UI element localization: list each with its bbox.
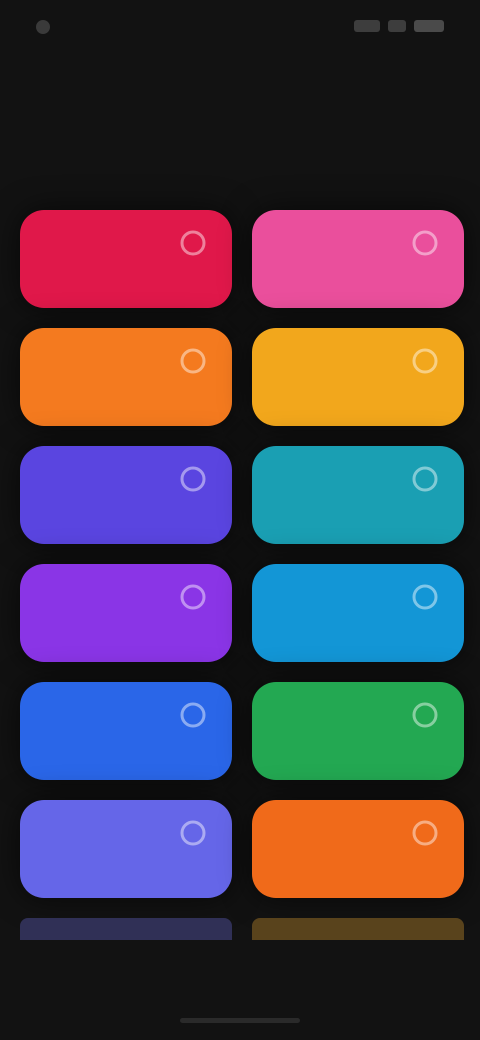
circle-icon [410,228,440,258]
circle-icon [410,464,440,494]
status-left [36,20,56,34]
signal-icon [354,20,380,32]
category-tile[interactable] [20,328,232,426]
circle-icon [410,582,440,612]
circle-icon [410,818,440,848]
category-tile[interactable] [252,446,464,544]
circle-icon [178,582,208,612]
circle-icon [410,700,440,730]
circle-icon [410,346,440,376]
category-tile[interactable] [252,800,464,898]
category-tile[interactable] [252,682,464,780]
home-indicator[interactable] [180,1018,300,1023]
status-bar [0,0,480,58]
category-tile[interactable] [252,564,464,662]
category-tile[interactable] [252,328,464,426]
category-tile[interactable] [20,446,232,544]
circle-icon [178,464,208,494]
category-tile[interactable] [20,800,232,898]
circle-icon [178,228,208,258]
category-tile[interactable] [20,564,232,662]
partial-tile-row [20,918,464,940]
circle-icon [178,700,208,730]
category-tile[interactable] [20,210,232,308]
page-title [20,76,220,116]
partial-tile[interactable] [20,918,232,940]
circle-icon [178,818,208,848]
category-tile[interactable] [252,210,464,308]
notification-dot-icon [36,20,50,34]
category-tile[interactable] [20,682,232,780]
status-right [354,20,444,32]
circle-icon [178,346,208,376]
tile-grid [20,210,464,898]
partial-tile[interactable] [252,918,464,940]
battery-icon [414,20,444,32]
wifi-icon [388,20,406,32]
